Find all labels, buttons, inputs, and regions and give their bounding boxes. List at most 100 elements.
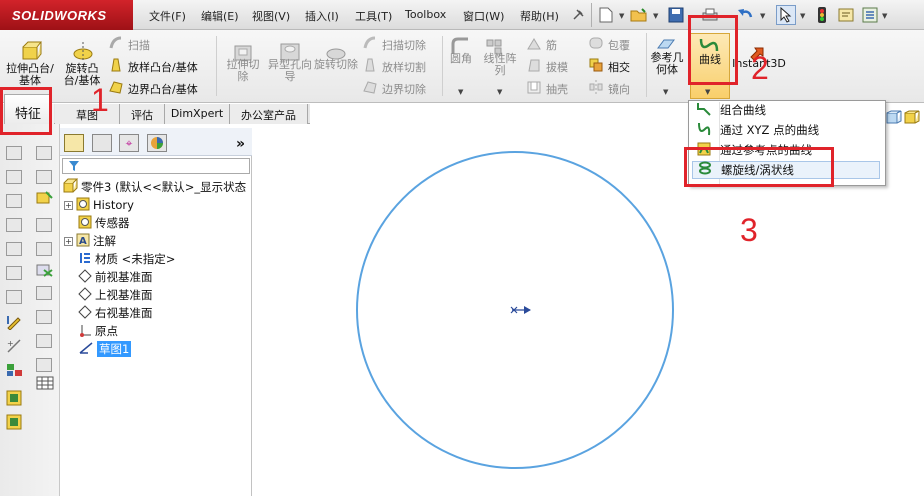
rotate-view-icon[interactable]	[36, 190, 54, 209]
display-style-icon[interactable]	[904, 110, 920, 129]
select-dropdown-icon[interactable]: ▼	[800, 12, 805, 20]
tree-item-sketch1[interactable]: 草图1	[78, 340, 132, 358]
tab-evaluate[interactable]: 评估	[120, 104, 165, 124]
feature-manager-tab-icon[interactable]	[64, 134, 84, 152]
tree-item-annotations[interactable]: + A 注解	[64, 232, 116, 250]
tree-item-origin[interactable]: 原点	[78, 322, 118, 340]
revolve-cut-button[interactable]: 旋转切除	[314, 59, 358, 71]
tree-item-right-plane[interactable]: 右视基准面	[78, 304, 153, 322]
extrude-cut-button[interactable]: 拉伸切除	[222, 59, 264, 83]
draft-button[interactable]: 拔模	[526, 57, 568, 76]
box-icon[interactable]	[36, 242, 52, 256]
box-icon[interactable]	[36, 286, 52, 300]
box-icon[interactable]	[36, 334, 52, 348]
rib-button[interactable]: 筋	[526, 35, 557, 54]
tree-filter-input[interactable]	[62, 158, 250, 174]
reference-geometry-button[interactable]: 参考几何体	[648, 52, 686, 76]
curves-dropdown-icon[interactable]: ▼	[705, 88, 710, 96]
box-icon[interactable]	[6, 194, 22, 208]
grid-icon[interactable]	[36, 376, 54, 393]
loft-button[interactable]: 放样凸台/基体	[108, 57, 198, 76]
loft-cut-button[interactable]: 放样切割	[362, 57, 426, 76]
tree-item-label: 前视基准面	[95, 270, 153, 284]
box-icon[interactable]	[36, 358, 52, 372]
tree-item-sensors[interactable]: 传感器	[78, 214, 130, 232]
tree-item-history[interactable]: + History	[64, 196, 134, 214]
wrap-label: 包覆	[608, 38, 630, 52]
menu-insert[interactable]: 插入(I)	[305, 8, 339, 24]
box-icon[interactable]	[6, 290, 22, 304]
new-document-icon[interactable]	[596, 5, 616, 25]
view-orientation-icon[interactable]	[886, 110, 902, 129]
fillet-dropdown-icon[interactable]: ▼	[458, 88, 463, 96]
menu-edit[interactable]: 编辑(E)	[201, 8, 239, 24]
undo-dropdown-icon[interactable]: ▼	[760, 12, 765, 20]
options-icon[interactable]	[860, 5, 880, 25]
mirror-button[interactable]: 镜向	[588, 79, 630, 98]
box-icon[interactable]	[6, 266, 22, 280]
configuration-manager-tab-icon[interactable]: ⌖	[119, 134, 139, 152]
select-cursor-icon[interactable]	[776, 5, 796, 25]
shell-button[interactable]: 抽壳	[526, 79, 568, 98]
new-dropdown-icon[interactable]: ▼	[619, 12, 624, 20]
solidworks-logo[interactable]: SOLIDWORKS	[0, 0, 133, 30]
tree-item-material[interactable]: 材质 <未指定>	[78, 250, 175, 268]
box-icon[interactable]	[36, 170, 52, 184]
menu-tools[interactable]: 工具(T)	[355, 8, 392, 24]
mirror-label: 镜向	[608, 82, 630, 96]
rebuild-traffic-light-icon[interactable]	[812, 5, 832, 25]
box-icon[interactable]	[6, 146, 22, 160]
relations-icon[interactable]	[6, 362, 24, 381]
box-icon[interactable]	[6, 218, 22, 232]
menu-window[interactable]: 窗口(W)	[463, 8, 504, 24]
table-icon[interactable]	[36, 146, 52, 160]
tab-sketch[interactable]: 草图	[55, 104, 120, 124]
tab-office-products[interactable]: 办公室产品	[230, 104, 308, 124]
intersect-button[interactable]: 相交	[588, 57, 630, 76]
tree-item-front-plane[interactable]: 前视基准面	[78, 268, 153, 286]
sweep-cut-button[interactable]: 扫描切除	[362, 35, 426, 54]
feature-icon[interactable]	[6, 414, 22, 433]
extrude-boss-button[interactable]: 拉伸凸台/基体	[6, 63, 54, 87]
instant3d-toggle-icon[interactable]	[6, 390, 22, 409]
boundary-boss-button[interactable]: 边界凸台/基体	[108, 79, 198, 98]
annotation-box-helix	[684, 147, 834, 187]
menu-item-composite-curve[interactable]: 组合曲线	[692, 101, 880, 119]
tree-item-top-plane[interactable]: 上视基准面	[78, 286, 153, 304]
tree-root-part[interactable]: 零件3 (默认<<默认>_显示状态	[62, 178, 246, 196]
hole-wizard-button[interactable]: 异型孔向导	[268, 59, 312, 83]
section-view-icon[interactable]	[36, 262, 54, 281]
ref-geometry-dropdown-icon[interactable]: ▼	[663, 88, 668, 96]
undo-icon[interactable]	[736, 5, 756, 25]
open-folder-icon[interactable]	[629, 5, 649, 25]
pattern-dropdown-icon[interactable]: ▼	[497, 88, 502, 96]
sweep-button[interactable]: 扫描	[108, 35, 150, 54]
menu-help[interactable]: 帮助(H)	[520, 8, 559, 24]
tab-dimxpert[interactable]: DimXpert	[165, 104, 230, 124]
edit-sketch-icon[interactable]	[6, 314, 22, 333]
pin-icon[interactable]	[568, 5, 588, 25]
fillet-button[interactable]: 圆角	[446, 53, 476, 65]
menu-view[interactable]: 视图(V)	[252, 8, 290, 24]
display-manager-tab-icon[interactable]	[147, 134, 167, 152]
expand-panel-icon[interactable]: »	[236, 136, 245, 152]
smart-dimension-icon[interactable]: +	[6, 338, 22, 357]
box-icon[interactable]	[6, 170, 22, 184]
menu-item-curve-through-xyz[interactable]: 通过 XYZ 点的曲线	[692, 121, 880, 139]
save-icon[interactable]	[666, 5, 686, 25]
linear-pattern-button[interactable]: 线性阵列	[480, 53, 520, 77]
box-icon[interactable]	[6, 242, 22, 256]
tree-item-label: 注解	[93, 234, 116, 248]
expand-plus-icon[interactable]: +	[64, 236, 73, 246]
property-manager-tab-icon[interactable]	[92, 134, 112, 152]
open-dropdown-icon[interactable]: ▼	[653, 12, 658, 20]
file-properties-icon[interactable]	[836, 5, 856, 25]
boundary-cut-button[interactable]: 边界切除	[362, 79, 426, 98]
expand-plus-icon[interactable]: +	[64, 200, 73, 210]
wrap-button[interactable]: 包覆	[588, 35, 630, 54]
options-dropdown-icon[interactable]: ▼	[882, 12, 887, 20]
menu-file[interactable]: 文件(F)	[149, 8, 186, 24]
menu-toolbox[interactable]: Toolbox	[405, 8, 446, 21]
box-icon[interactable]	[36, 310, 52, 324]
box-icon[interactable]	[36, 218, 52, 232]
